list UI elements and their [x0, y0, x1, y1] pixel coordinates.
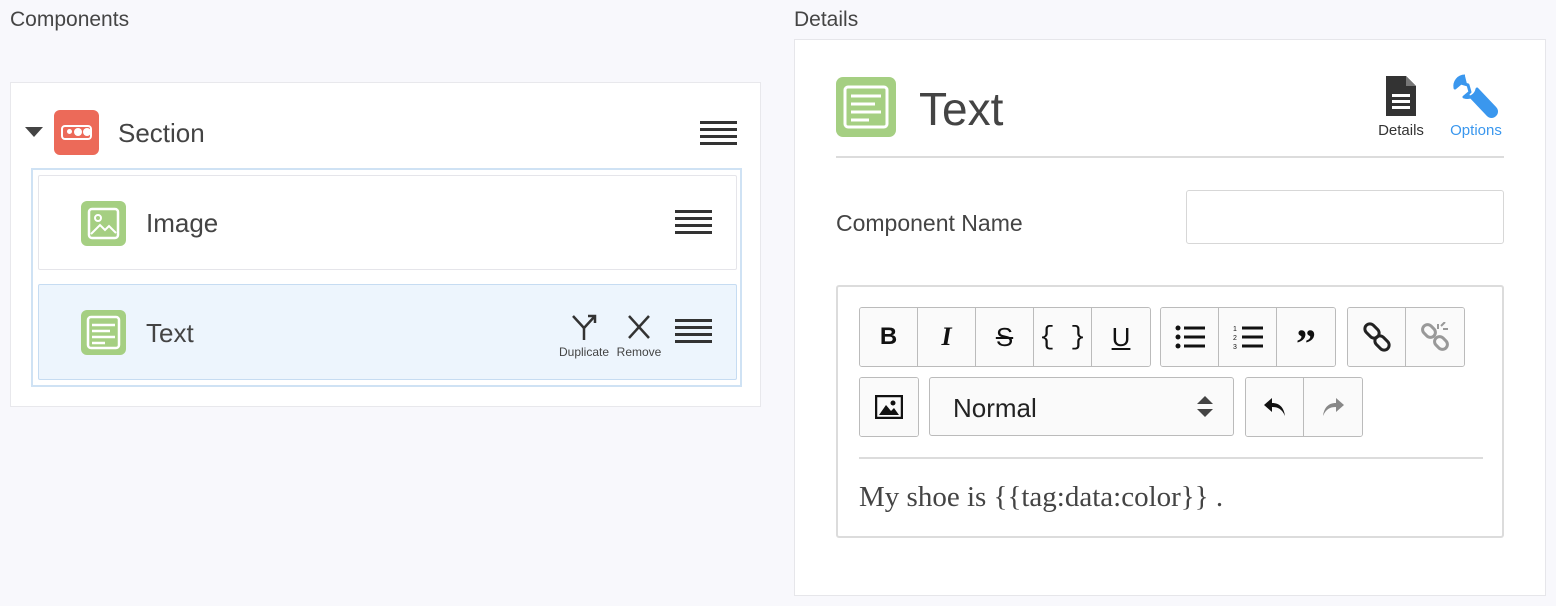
- tab-options[interactable]: Options: [1448, 74, 1504, 139]
- editor-divider: [859, 457, 1483, 459]
- strikethrough-button[interactable]: S: [976, 308, 1034, 366]
- section-label: Section: [118, 118, 205, 148]
- details-panel: Text Details Options Component Name B I …: [794, 39, 1546, 596]
- rich-text-editor: B I S { } U 1 2 3 ” Normal My shoe is {{…: [836, 285, 1504, 538]
- block-format-value: Normal: [953, 393, 1037, 423]
- toolbar-group-format: B I S { } U: [859, 307, 1151, 367]
- collapse-caret-icon[interactable]: [25, 127, 43, 137]
- document-icon: [1386, 76, 1416, 116]
- text-icon: [836, 77, 896, 137]
- numbered-list-icon: 1 2 3: [1233, 326, 1263, 350]
- blockquote-button[interactable]: ”: [1277, 308, 1335, 366]
- component-row-image[interactable]: Image: [38, 175, 737, 270]
- components-heading: Components: [10, 8, 130, 31]
- select-arrows-icon: [1197, 396, 1213, 417]
- code-button[interactable]: { }: [1034, 308, 1092, 366]
- toolbar-group-history: [1245, 377, 1363, 437]
- bold-button[interactable]: B: [860, 308, 918, 366]
- section-row[interactable]: Section: [11, 105, 760, 161]
- section-children: Image Text Duplicate Remove: [31, 168, 742, 387]
- close-icon: [628, 315, 650, 339]
- fork-icon: [572, 314, 597, 340]
- unlink-icon: [1421, 322, 1449, 351]
- duplicate-label: Duplicate: [558, 345, 610, 359]
- component-label: Image: [146, 208, 219, 238]
- components-tree: Section Image Text Duplicate Remove: [10, 82, 761, 407]
- tab-details[interactable]: Details: [1375, 74, 1427, 139]
- image-icon: [875, 395, 903, 419]
- toolbar-group-image: [859, 377, 919, 437]
- numbered-list-button[interactable]: 1 2 3: [1219, 308, 1277, 366]
- redo-button[interactable]: [1304, 378, 1362, 436]
- bullet-list-button[interactable]: [1161, 308, 1219, 366]
- block-format-select[interactable]: Normal: [929, 377, 1234, 436]
- details-title: Text: [919, 83, 1004, 135]
- image-icon: [81, 201, 126, 246]
- component-label: Text: [146, 318, 194, 348]
- drag-handle-icon[interactable]: [675, 210, 712, 236]
- link-button[interactable]: [1348, 308, 1406, 366]
- underline-button[interactable]: U: [1092, 308, 1150, 366]
- toolbar-group-link: [1347, 307, 1465, 367]
- italic-button[interactable]: I: [918, 308, 976, 366]
- tab-details-label: Details: [1378, 122, 1424, 139]
- editor-content[interactable]: My shoe is {{tag:data:color}} .: [859, 481, 1223, 514]
- drag-handle-icon[interactable]: [675, 319, 712, 345]
- duplicate-button[interactable]: Duplicate: [557, 313, 611, 365]
- undo-icon: [1263, 398, 1285, 416]
- redo-icon: [1323, 398, 1344, 416]
- remove-button[interactable]: Remove: [612, 313, 666, 365]
- text-icon: [81, 310, 126, 355]
- divider: [836, 156, 1504, 158]
- svg-text:1: 1: [1233, 326, 1237, 333]
- toolbar-group-block: 1 2 3 ”: [1160, 307, 1336, 367]
- wrench-icon: [1453, 74, 1498, 118]
- link-icon: [1362, 322, 1391, 352]
- tab-options-label: Options: [1450, 122, 1502, 139]
- section-icon: [54, 110, 99, 155]
- insert-image-button[interactable]: [860, 378, 918, 436]
- component-name-input[interactable]: [1186, 190, 1504, 244]
- svg-text:3: 3: [1233, 344, 1237, 350]
- bullet-list-icon: [1175, 325, 1205, 349]
- drag-handle-icon[interactable]: [700, 121, 737, 147]
- component-row-text[interactable]: Text Duplicate Remove: [38, 284, 737, 380]
- remove-label: Remove: [616, 345, 662, 359]
- svg-text:2: 2: [1233, 335, 1237, 342]
- unlink-button[interactable]: [1406, 308, 1464, 366]
- details-heading: Details: [794, 8, 859, 31]
- component-name-label: Component Name: [836, 210, 1023, 236]
- undo-button[interactable]: [1246, 378, 1304, 436]
